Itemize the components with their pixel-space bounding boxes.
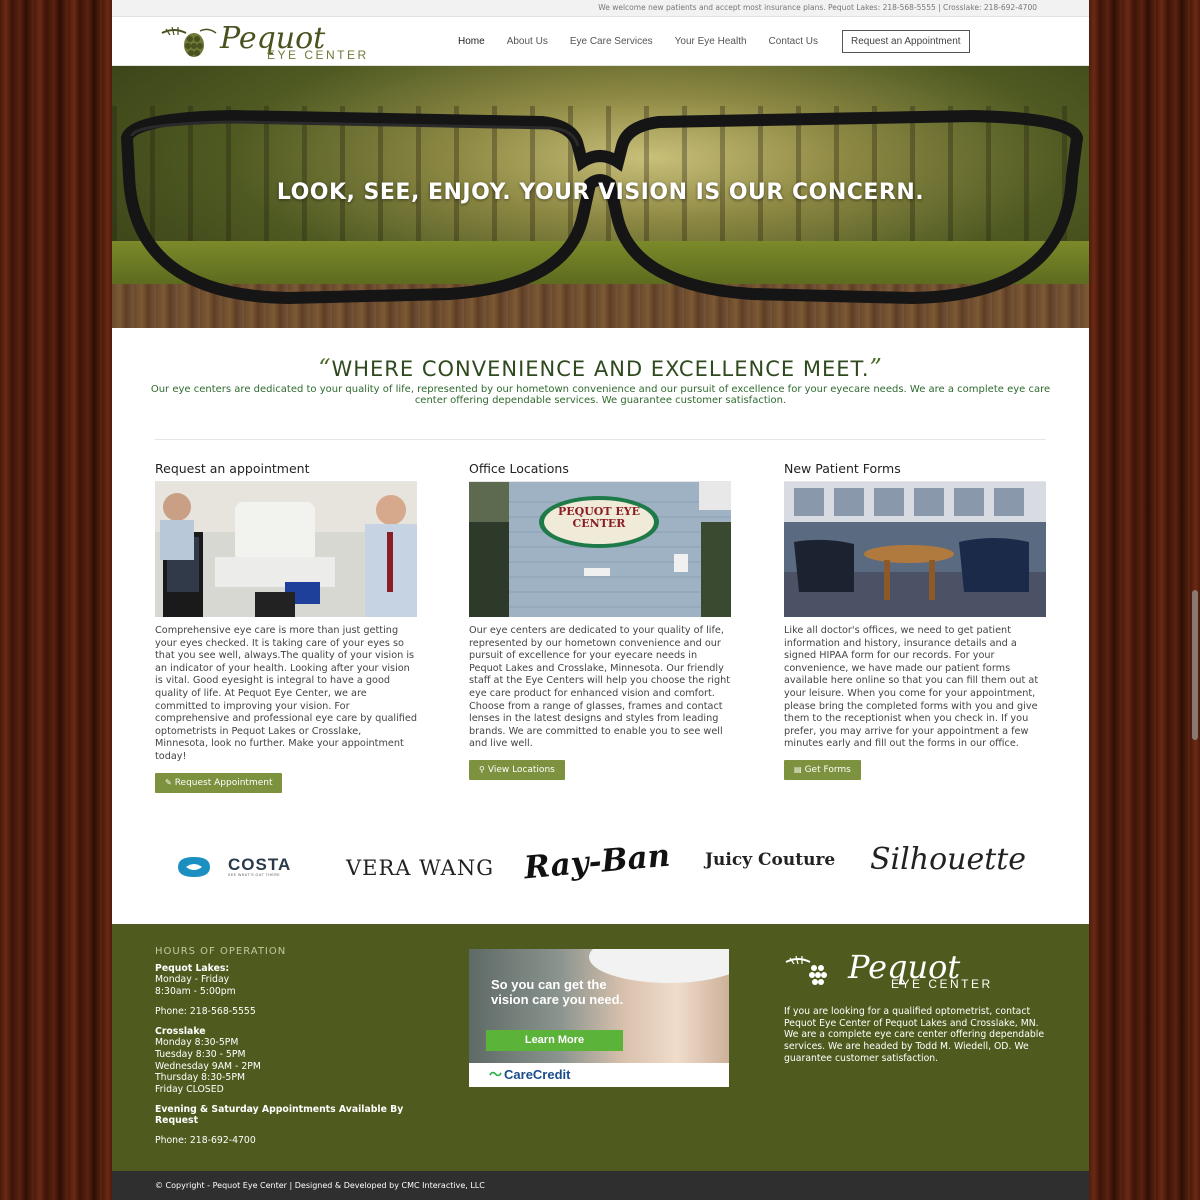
hours-line: Monday - Friday — [155, 974, 230, 986]
footer-about-text: If you are looking for a qualified optom… — [784, 1006, 1045, 1064]
pequot-phone[interactable]: Phone: 218-568-5555 — [155, 1006, 435, 1018]
intro-text: Our eye centers are dedicated to your qu… — [150, 384, 1051, 406]
hero-banner: LOOK, SEE, ENJOY. YOUR VISION IS OUR CON… — [112, 66, 1089, 328]
crosslake-phone[interactable]: Phone: 218-692-4700 — [155, 1135, 435, 1147]
hero-tagline: LOOK, SEE, ENJOY. YOUR VISION IS OUR CON… — [276, 180, 925, 205]
footer-logo: Pequot EYE CENTER — [784, 948, 1044, 994]
footer-logo-subtitle: EYE CENTER — [891, 977, 993, 991]
close-quote: ” — [869, 354, 883, 382]
column-text: Our eye centers are dedicated to your qu… — [469, 625, 731, 750]
nav-home[interactable]: Home — [448, 17, 495, 67]
pequot-location-name: Pequot Lakes: — [155, 962, 230, 974]
map-pin-icon: ⚲ — [479, 764, 485, 774]
learn-more-button[interactable]: Learn More — [486, 1030, 623, 1051]
hours-line: 8:30am - 5:00pm — [155, 986, 236, 998]
intro-section: “WHERE CONVENIENCE AND EXCELLENCE MEET.”… — [112, 328, 1089, 406]
open-quote: “ — [318, 354, 332, 382]
request-appointment-button[interactable]: Request an Appointment — [842, 30, 970, 53]
get-forms-button[interactable]: ▤ Get Forms — [784, 759, 861, 780]
nav-your-eye-health[interactable]: Your Eye Health — [675, 17, 747, 66]
carecredit-logo: 〜 CareCredit — [469, 1063, 729, 1087]
office-photo: PEQUOT EYE CENTER — [469, 482, 731, 617]
pencil-icon: ✎ — [165, 777, 172, 787]
intro-title: WHERE CONVENIENCE AND EXCELLENCE MEET. — [331, 357, 870, 381]
waiting-room-photo — [784, 482, 1046, 617]
page: We welcome new patients and accept most … — [112, 0, 1089, 1200]
ray-ban-logo: Ray-Ban — [522, 837, 672, 887]
carecredit-ad[interactable]: So you can get the vision care you need.… — [469, 949, 729, 1087]
juicy-couture-logo: Juicy Couture — [705, 850, 836, 870]
exam-photo — [155, 482, 417, 617]
feature-columns: Request an appointment Comprehensive eye… — [112, 440, 1089, 820]
document-icon: ▤ — [794, 764, 802, 774]
view-locations-button[interactable]: ⚲ View Locations — [469, 759, 565, 780]
costa-logo: COSTA SEE WHAT'S OUT THERE — [176, 855, 316, 883]
nav-about-us[interactable]: About Us — [507, 17, 548, 66]
logo-subtitle: EYE CENTER — [267, 48, 369, 62]
hours-of-operation: HOURS OF OPERATION Pequot Lakes: Monday … — [155, 946, 435, 1147]
hours-line: Thursday 8:30-5PM — [155, 1072, 245, 1084]
locations-column: Office Locations PEQUOT EYE CENTER Our e… — [469, 440, 731, 780]
hours-line: Monday 8:30-5PM — [155, 1037, 239, 1049]
column-text: Comprehensive eye care is more than just… — [155, 625, 417, 762]
brand-logos: COSTA SEE WHAT'S OUT THERE VERA WANG Ray… — [112, 838, 1089, 902]
evening-appointments-note: Evening & Saturday Appointments Availabl… — [155, 1103, 404, 1127]
footer: HOURS OF OPERATION Pequot Lakes: Monday … — [112, 924, 1089, 1171]
pinecone-icon — [785, 955, 827, 985]
request-appointment-cta[interactable]: ✎ Request Appointment — [155, 772, 283, 793]
site-logo[interactable]: Pequot EYE CENTER — [160, 21, 410, 62]
carecredit-swoosh-icon: 〜 — [489, 1067, 503, 1082]
hours-line: Wednesday 9AM - 2PM — [155, 1060, 261, 1072]
nav-contact-us[interactable]: Contact Us — [769, 17, 818, 66]
column-text: Like all doctor's offices, we need to ge… — [784, 625, 1039, 750]
forms-column: New Patient Forms Like all doctor's offi… — [784, 440, 1046, 780]
crosslake-location-name: Crosslake — [155, 1025, 206, 1037]
hours-title: HOURS OF OPERATION — [155, 946, 287, 957]
office-sign-text: PEQUOT EYE CENTER — [557, 505, 641, 530]
appointment-column: Request an appointment Comprehensive eye… — [155, 440, 417, 793]
column-title: Request an appointment — [155, 461, 417, 482]
copyright-bar: © Copyright - Pequot Eye Center | Design… — [112, 1171, 1089, 1200]
main-nav: Home About Us Eye Care Services Your Eye… — [448, 17, 970, 67]
scrollbar[interactable] — [1192, 590, 1198, 740]
header: Pequot EYE CENTER Home About Us Eye Care… — [112, 17, 1089, 67]
nav-eye-care-services[interactable]: Eye Care Services — [570, 17, 653, 66]
silhouette-logo: Silhouette — [870, 842, 1027, 877]
hours-line: Tuesday 8:30 - 5PM — [155, 1048, 246, 1060]
vera-wang-logo: VERA WANG — [346, 856, 495, 880]
column-title: New Patient Forms — [784, 461, 1046, 482]
ad-headline: So you can get the vision care you need. — [491, 977, 624, 1007]
pinecone-icon — [161, 26, 217, 57]
column-title: Office Locations — [469, 461, 731, 482]
top-info-bar: We welcome new patients and accept most … — [112, 0, 1089, 17]
intro-heading: “WHERE CONVENIENCE AND EXCELLENCE MEET.” — [112, 354, 1089, 382]
hours-line: Friday CLOSED — [155, 1084, 224, 1096]
